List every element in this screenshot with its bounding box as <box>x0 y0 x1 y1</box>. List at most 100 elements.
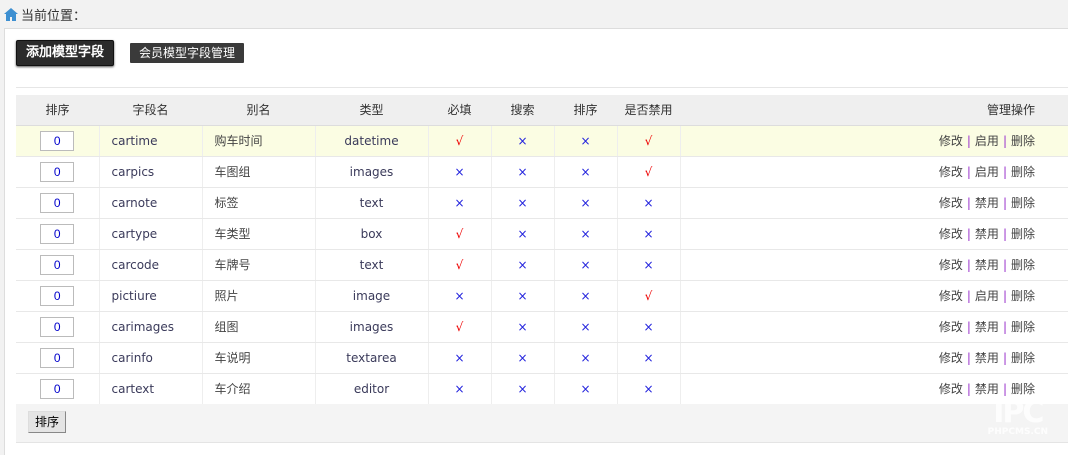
required-flag: × <box>428 342 492 374</box>
table-row: carnote 标签 text ×××× 修改|禁用|删除 <box>16 187 1068 219</box>
disable-link[interactable]: 禁用 <box>975 351 999 365</box>
table-row: carpics 车图组 images ×××√ 修改|启用|删除 <box>16 156 1068 188</box>
field-type: text <box>315 249 429 281</box>
disabled-flag: × <box>617 187 681 219</box>
column-header: 必填 <box>428 95 491 126</box>
sort-flag: × <box>554 342 618 374</box>
field-name: carnote <box>99 187 203 219</box>
edit-link[interactable]: 修改 <box>939 258 963 272</box>
sort-flag: × <box>554 187 618 219</box>
field-alias: 车介绍 <box>202 373 316 405</box>
delete-link[interactable]: 删除 <box>1011 320 1035 334</box>
table-row: cartime 购车时间 datetime √××√ 修改|启用|删除 <box>16 125 1068 157</box>
edit-link[interactable]: 修改 <box>939 196 963 210</box>
edit-link[interactable]: 修改 <box>939 351 963 365</box>
row-actions: 修改 | 禁用 | 删除 <box>680 249 1068 281</box>
table-row: pictiure 照片 image ×××√ 修改|启用|删除 <box>16 280 1068 312</box>
order-input[interactable] <box>40 223 75 244</box>
search-flag: × <box>491 342 555 374</box>
disable-link[interactable]: 禁用 <box>975 196 999 210</box>
order-input[interactable] <box>40 347 75 368</box>
order-input[interactable] <box>40 192 75 213</box>
sort-flag: × <box>554 249 618 281</box>
table-row: carcode 车牌号 text √××× 修改|禁用|删除 <box>16 249 1068 281</box>
field-alias: 照片 <box>202 280 316 312</box>
edit-link[interactable]: 修改 <box>939 320 963 334</box>
edit-link[interactable]: 修改 <box>939 134 963 148</box>
order-input[interactable] <box>40 378 75 399</box>
member-field-manage-button[interactable]: 会员模型字段管理 <box>130 43 245 63</box>
home-icon <box>4 7 18 21</box>
field-alias: 车图组 <box>202 156 316 188</box>
order-input[interactable] <box>40 316 75 337</box>
order-input[interactable] <box>40 130 75 151</box>
disabled-flag: × <box>617 373 681 405</box>
search-flag: × <box>491 373 555 405</box>
row-actions: 修改 | 禁用 | 删除 <box>680 218 1068 250</box>
column-header: 字段名 <box>99 95 202 126</box>
required-flag: √ <box>428 249 492 281</box>
row-actions: 修改 | 启用 | 删除 <box>680 280 1068 312</box>
field-name: cartype <box>99 218 203 250</box>
field-name: carcode <box>99 249 203 281</box>
field-alias: 组图 <box>202 311 316 343</box>
row-actions: 修改 | 禁用 | 删除 <box>680 311 1068 343</box>
delete-link[interactable]: 删除 <box>1011 134 1035 148</box>
disable-link[interactable]: 禁用 <box>975 258 999 272</box>
field-name: carpics <box>99 156 203 188</box>
disabled-flag: √ <box>617 280 681 312</box>
delete-link[interactable]: 删除 <box>1011 351 1035 365</box>
order-input[interactable] <box>40 254 75 275</box>
delete-link[interactable]: 删除 <box>1011 227 1035 241</box>
field-type: image <box>315 280 429 312</box>
edit-link[interactable]: 修改 <box>939 382 963 396</box>
field-name: carinfo <box>99 342 203 374</box>
disable-link[interactable]: 禁用 <box>975 382 999 396</box>
edit-link[interactable]: 修改 <box>939 165 963 179</box>
search-flag: × <box>491 311 555 343</box>
breadcrumb-bar: 当前位置： <box>0 0 1068 28</box>
required-flag: √ <box>428 311 492 343</box>
field-type: images <box>315 156 429 188</box>
search-flag: × <box>491 187 555 219</box>
field-alias: 标签 <box>202 187 316 219</box>
enable-link[interactable]: 启用 <box>975 134 999 148</box>
disable-link[interactable]: 禁用 <box>975 320 999 334</box>
column-header: 是否禁用 <box>617 95 680 126</box>
disable-link[interactable]: 禁用 <box>975 227 999 241</box>
field-alias: 车类型 <box>202 218 316 250</box>
column-header: 类型 <box>315 95 428 126</box>
sort-flag: × <box>554 125 618 157</box>
sort-flag: × <box>554 280 618 312</box>
column-header: 管理操作 <box>680 95 1068 126</box>
required-flag: × <box>428 187 492 219</box>
required-flag: × <box>428 280 492 312</box>
search-flag: × <box>491 218 555 250</box>
delete-link[interactable]: 删除 <box>1011 289 1035 303</box>
search-flag: × <box>491 156 555 188</box>
delete-link[interactable]: 删除 <box>1011 196 1035 210</box>
add-field-button[interactable]: 添加模型字段 <box>16 40 115 66</box>
table-row: cartext 车介绍 editor ×××× 修改|禁用|删除 <box>16 373 1068 405</box>
delete-link[interactable]: 删除 <box>1011 165 1035 179</box>
delete-link[interactable]: 删除 <box>1011 382 1035 396</box>
sort-button[interactable]: 排序 <box>28 411 67 433</box>
edit-link[interactable]: 修改 <box>939 227 963 241</box>
column-header: 搜索 <box>491 95 554 126</box>
fields-table: 排序字段名别名类型必填搜索排序是否禁用管理操作 cartime 购车时间 dat… <box>16 95 1068 405</box>
row-actions: 修改 | 启用 | 删除 <box>680 125 1068 157</box>
delete-link[interactable]: 删除 <box>1011 258 1035 272</box>
field-alias: 购车时间 <box>202 125 316 157</box>
field-type: textarea <box>315 342 429 374</box>
disabled-flag: √ <box>617 156 681 188</box>
edit-link[interactable]: 修改 <box>939 289 963 303</box>
column-header: 排序 <box>554 95 617 126</box>
divider <box>16 87 1068 88</box>
order-input[interactable] <box>40 161 75 182</box>
enable-link[interactable]: 启用 <box>975 289 999 303</box>
search-flag: × <box>491 125 555 157</box>
order-input[interactable] <box>40 285 75 306</box>
enable-link[interactable]: 启用 <box>975 165 999 179</box>
required-flag: × <box>428 373 492 405</box>
field-name: cartime <box>99 125 203 157</box>
